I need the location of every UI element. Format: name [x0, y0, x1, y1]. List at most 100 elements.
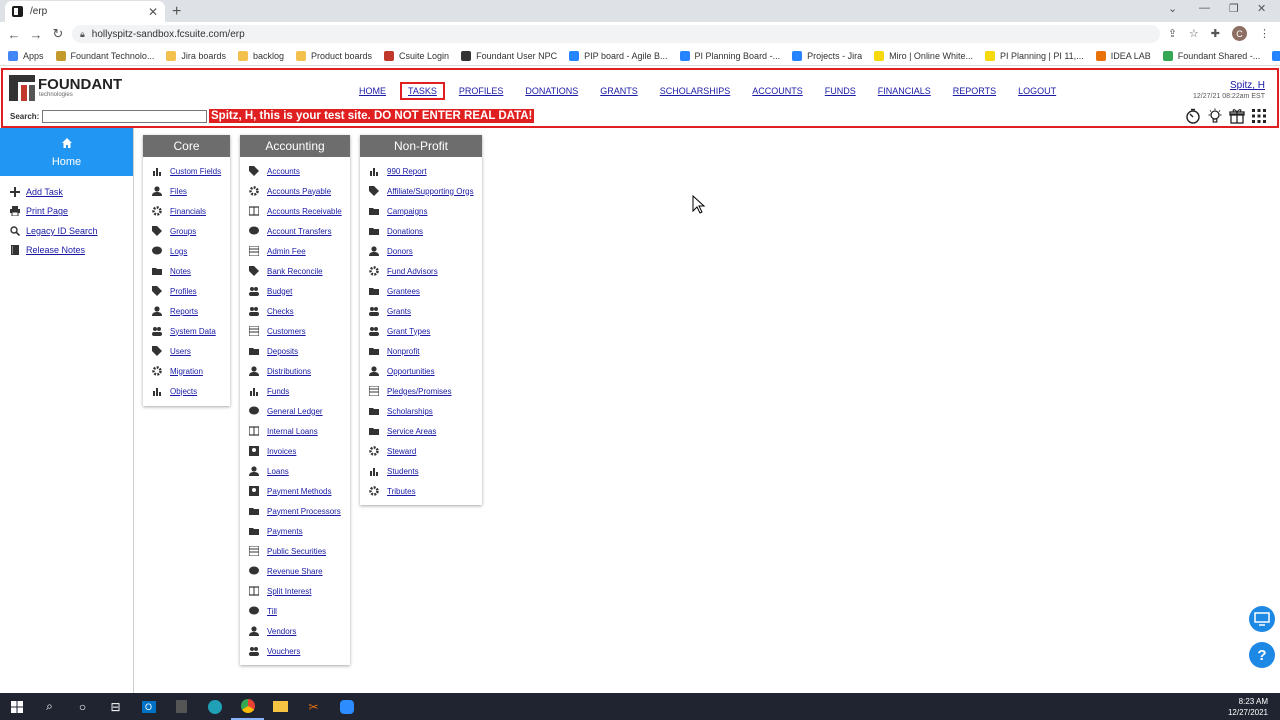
sidebar-link-print-page[interactable]: Print Page	[10, 202, 133, 222]
menu-item-bank-reconcile[interactable]: Bank Reconcile	[240, 261, 350, 281]
menu-item-internal-loans[interactable]: Internal Loans	[240, 421, 350, 441]
menu-item-label[interactable]: Budget	[267, 287, 292, 296]
menu-item-payment-methods[interactable]: Payment Methods	[240, 481, 350, 501]
bookmark-pip-board-agile-b[interactable]: PIP board - Agile B...	[569, 50, 668, 61]
nav-donations[interactable]: DONATIONS	[525, 84, 578, 98]
menu-item-label[interactable]: Loans	[267, 467, 289, 476]
menu-item-grant-types[interactable]: Grant Types	[360, 321, 482, 341]
outlook-icon[interactable]: O	[132, 693, 165, 720]
menu-item-label[interactable]: Reports	[170, 307, 198, 316]
menu-item-label[interactable]: Logs	[170, 247, 187, 256]
menu-item-users[interactable]: Users	[143, 341, 230, 361]
sidebar-link-label[interactable]: Legacy ID Search	[26, 226, 98, 236]
menu-item-objects[interactable]: Objects	[143, 381, 230, 401]
menu-item-nonprofit[interactable]: Nonprofit	[360, 341, 482, 361]
menu-item-label[interactable]: Grant Types	[387, 327, 430, 336]
menu-item-label[interactable]: Vouchers	[267, 647, 300, 656]
menu-item-label[interactable]: Accounts Payable	[267, 187, 331, 196]
menu-item-label[interactable]: Customers	[267, 327, 306, 336]
apps-grid-icon[interactable]	[1251, 108, 1267, 124]
menu-item-label[interactable]: Bank Reconcile	[267, 267, 323, 276]
menu-item-donors[interactable]: Donors	[360, 241, 482, 261]
taskbar-clock[interactable]: 8:23 AM 12/27/2021	[1228, 696, 1268, 718]
bookmark-pi-planning-pi-11[interactable]: PI Planning | PI 11,...	[984, 50, 1084, 61]
menu-item-distributions[interactable]: Distributions	[240, 361, 350, 381]
menu-item-accounts-payable[interactable]: Accounts Payable	[240, 181, 350, 201]
menu-item-service-areas[interactable]: Service Areas	[360, 421, 482, 441]
menu-item-custom-fields[interactable]: Custom Fields	[143, 161, 230, 181]
menu-item-notes[interactable]: Notes	[143, 261, 230, 281]
menu-item-label[interactable]: Students	[387, 467, 419, 476]
browser-tab[interactable]: /erp ✕	[5, 1, 165, 22]
menu-item-system-data[interactable]: System Data	[143, 321, 230, 341]
menu-item-label[interactable]: Custom Fields	[170, 167, 221, 176]
menu-item-deposits[interactable]: Deposits	[240, 341, 350, 361]
menu-item-tributes[interactable]: Tributes	[360, 481, 482, 501]
window-close-icon[interactable]: ✕	[1257, 2, 1266, 15]
bookmark-monks-board-ag[interactable]: MONKS board - Ag...	[1272, 50, 1280, 61]
task-view-icon[interactable]: ⊟	[99, 693, 132, 720]
menu-item-loans[interactable]: Loans	[240, 461, 350, 481]
menu-item-label[interactable]: Donations	[387, 227, 423, 236]
bookmark-idea-lab[interactable]: IDEA LAB	[1095, 50, 1151, 61]
menu-item-label[interactable]: Account Transfers	[267, 227, 331, 236]
bookmark-foundant-technolo[interactable]: Foundant Technolo...	[55, 50, 154, 61]
sidebar-link-label[interactable]: Print Page	[26, 206, 68, 216]
tab-search-icon[interactable]: ⌄	[1168, 2, 1177, 15]
sidebar-link-label[interactable]: Release Notes	[26, 245, 85, 255]
menu-item-label[interactable]: System Data	[170, 327, 216, 336]
menu-item-label[interactable]: Users	[170, 347, 191, 356]
sidebar-link-legacy-id-search[interactable]: Legacy ID Search	[10, 221, 133, 241]
browser-menu-icon[interactable]: ⋮	[1259, 27, 1270, 40]
menu-item-public-securities[interactable]: Public Securities	[240, 541, 350, 561]
nav-reports[interactable]: REPORTS	[953, 84, 996, 98]
menu-item-label[interactable]: Pledges/Promises	[387, 387, 451, 396]
menu-item-label[interactable]: Distributions	[267, 367, 311, 376]
menu-item-customers[interactable]: Customers	[240, 321, 350, 341]
nav-tasks[interactable]: TASKS	[400, 82, 445, 100]
file-explorer-icon[interactable]	[264, 693, 297, 720]
menu-item-scholarships[interactable]: Scholarships	[360, 401, 482, 421]
menu-item-steward[interactable]: Steward	[360, 441, 482, 461]
menu-item-financials[interactable]: Financials	[143, 201, 230, 221]
gift-icon[interactable]	[1229, 108, 1245, 124]
address-bar[interactable]: 🔒︎ hollyspitz-sandbox.fcsuite.com/erp	[72, 25, 1160, 43]
menu-item-label[interactable]: Steward	[387, 447, 416, 456]
lightbulb-icon[interactable]	[1207, 108, 1223, 124]
edge-icon[interactable]	[198, 693, 231, 720]
menu-item-reports[interactable]: Reports	[143, 301, 230, 321]
back-icon[interactable]: ←	[3, 27, 25, 42]
menu-item-account-transfers[interactable]: Account Transfers	[240, 221, 350, 241]
menu-item-revenue-share[interactable]: Revenue Share	[240, 561, 350, 581]
bookmark-pi-planning-board[interactable]: PI Planning Board -...	[679, 50, 780, 61]
restore-icon[interactable]: ❐	[1229, 2, 1239, 15]
menu-item-label[interactable]: 990 Report	[387, 167, 427, 176]
share-icon[interactable]: ⇪	[1168, 27, 1177, 40]
menu-item-label[interactable]: Files	[170, 187, 187, 196]
menu-item-label[interactable]: Revenue Share	[267, 567, 323, 576]
menu-item-label[interactable]: Payment Methods	[267, 487, 331, 496]
stopwatch-icon[interactable]	[1185, 108, 1201, 124]
taskbar-search-icon[interactable]: ⌕	[33, 693, 66, 720]
bookmark-csuite-login[interactable]: Csuite Login	[384, 50, 449, 61]
user-name-link[interactable]: Spitz, H	[1230, 80, 1265, 91]
menu-item-files[interactable]: Files	[143, 181, 230, 201]
bookmark-projects-jira[interactable]: Projects - Jira	[792, 50, 862, 61]
bookmark-apps[interactable]: Apps	[8, 50, 44, 61]
menu-item-label[interactable]: Donors	[387, 247, 413, 256]
sidebar-link-release-notes[interactable]: Release Notes	[10, 241, 133, 261]
menu-item-checks[interactable]: Checks	[240, 301, 350, 321]
search-input[interactable]	[42, 110, 207, 123]
home-tile[interactable]: Home	[0, 128, 133, 176]
menu-item-label[interactable]: Fund Advisors	[387, 267, 438, 276]
nav-financials[interactable]: FINANCIALS	[878, 84, 931, 98]
menu-item-migration[interactable]: Migration	[143, 361, 230, 381]
menu-item-label[interactable]: Financials	[170, 207, 206, 216]
nav-accounts[interactable]: ACCOUNTS	[752, 84, 803, 98]
menu-item-label[interactable]: Grantees	[387, 287, 420, 296]
menu-item-split-interest[interactable]: Split Interest	[240, 581, 350, 601]
nav-profiles[interactable]: PROFILES	[459, 84, 504, 98]
menu-item-label[interactable]: Invoices	[267, 447, 296, 456]
calculator-icon[interactable]	[165, 693, 198, 720]
windows-start-icon[interactable]	[0, 693, 33, 720]
